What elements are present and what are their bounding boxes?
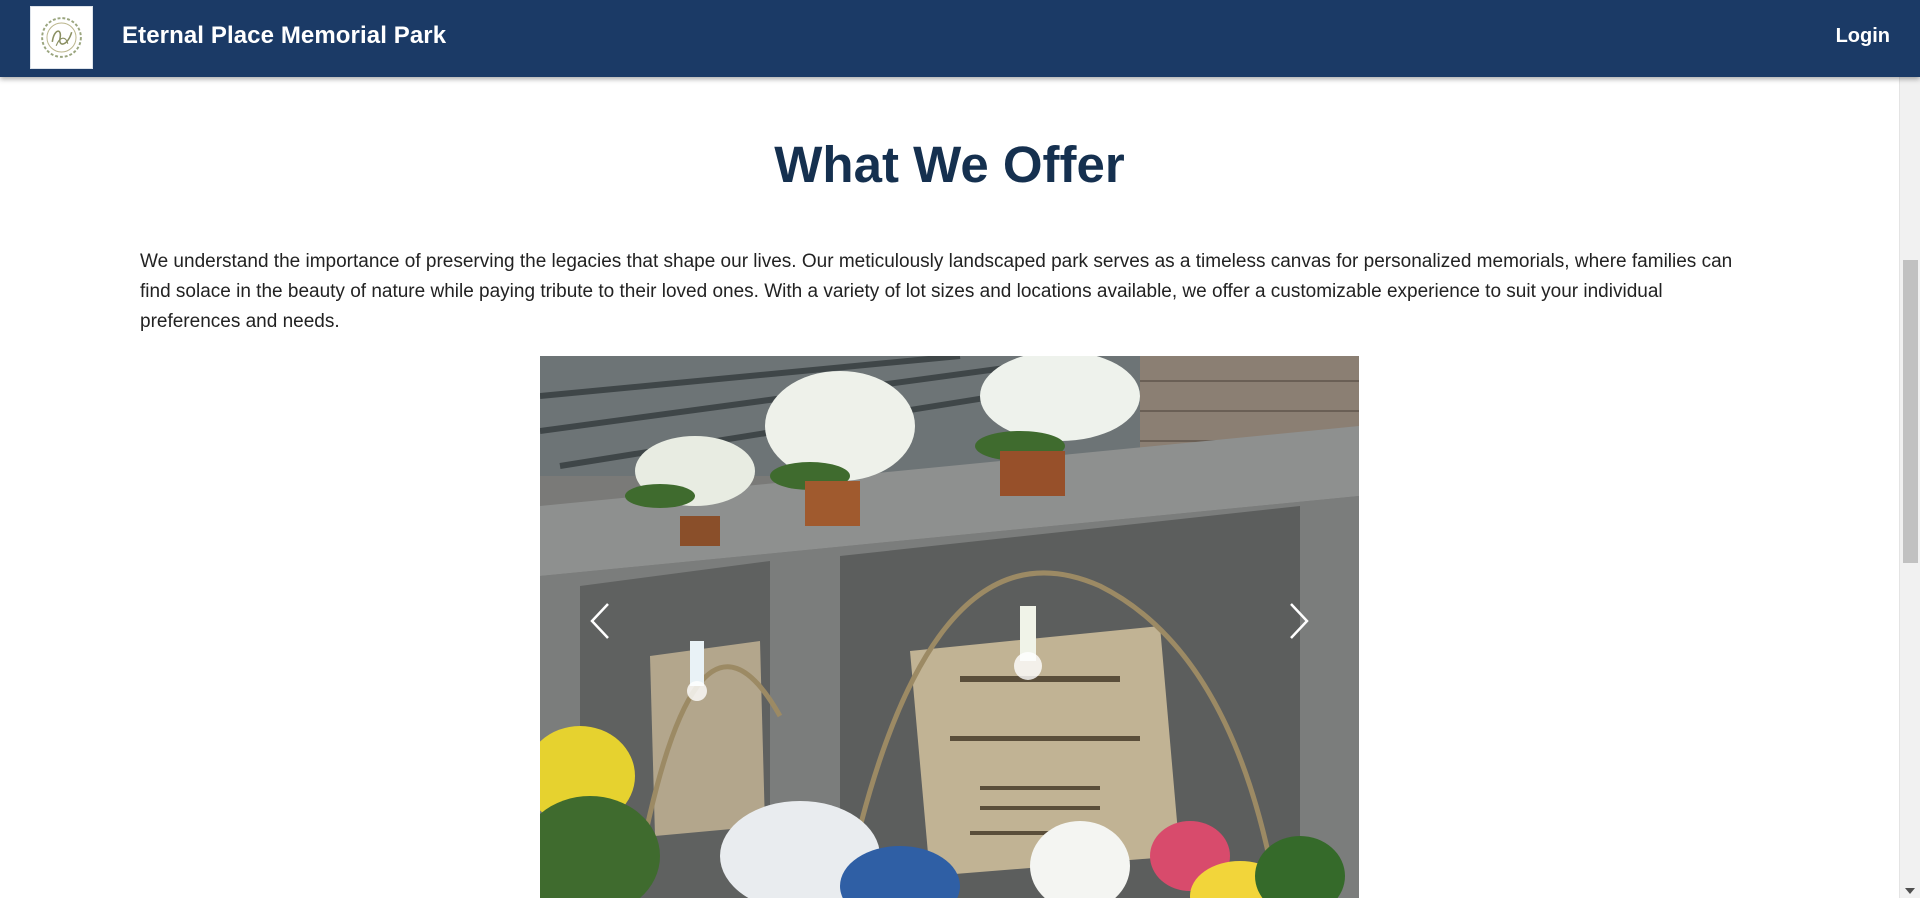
chevron-right-icon <box>1290 603 1309 639</box>
scrollbar-thumb[interactable] <box>1903 260 1918 563</box>
page-scrollbar[interactable] <box>1899 77 1920 898</box>
login-link[interactable]: Login <box>1836 25 1890 48</box>
memorial-photo <box>540 356 1359 898</box>
intro-paragraph: We understand the importance of preservi… <box>140 251 1733 332</box>
wreath-logo-icon <box>41 17 82 58</box>
chevron-left-icon <box>590 603 609 639</box>
main-content: What We Offer We understand the importan… <box>0 77 1899 898</box>
site-logo[interactable] <box>30 6 93 69</box>
carousel-prev-button[interactable] <box>570 586 630 656</box>
site-title: Eternal Place Memorial Park <box>122 22 447 49</box>
top-navbar: Eternal Place Memorial Park Login <box>0 0 1920 77</box>
page-title: What We Offer <box>774 136 1125 193</box>
carousel-next-button[interactable] <box>1269 586 1329 656</box>
scroll-down-arrow-icon[interactable] <box>1905 888 1915 894</box>
image-carousel[interactable] <box>540 356 1359 898</box>
